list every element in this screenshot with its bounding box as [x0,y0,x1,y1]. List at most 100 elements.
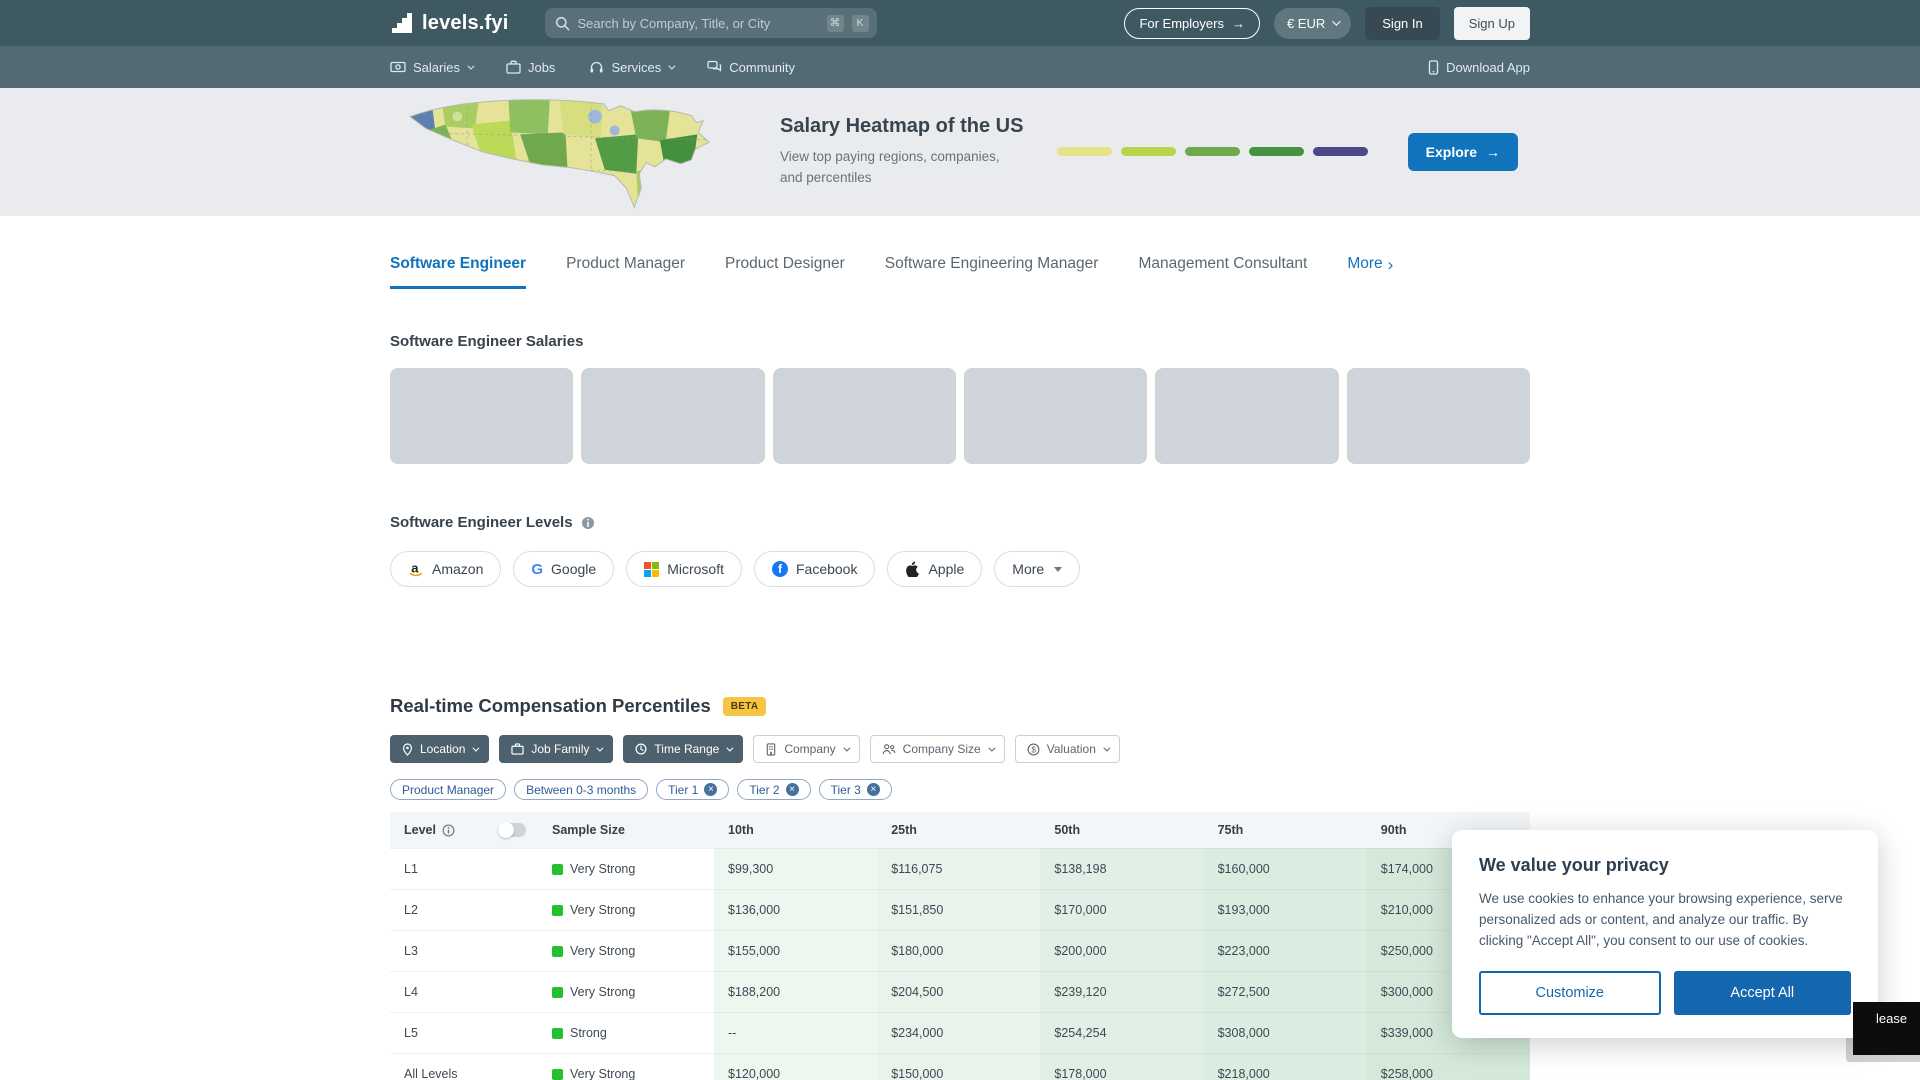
company-button-microsoft[interactable]: Microsoft [626,551,742,587]
sign-in-button[interactable]: Sign In [1365,7,1439,40]
job-title-tabs: Software Engineer Product Manager Produc… [0,255,1920,289]
value-cell: $178,000 [1040,1053,1203,1080]
strength-indicator [552,864,563,875]
company-button-amazon[interactable]: a Amazon [390,551,501,587]
value-cell: $204,500 [877,971,1040,1012]
for-employers-button[interactable]: For Employers → [1124,8,1260,39]
value-cell: $120,000 [714,1053,877,1080]
building-icon [765,743,777,756]
skeleton-card [773,368,956,464]
us-heatmap-image[interactable] [402,95,727,213]
accept-all-button[interactable]: Accept All [1674,971,1852,1015]
chip-tier-2[interactable]: Tier 2 × [737,779,810,800]
table-row[interactable]: L3 Very Strong $155,000 $180,000 $200,00… [390,930,1530,971]
search-input[interactable] [578,16,819,31]
nav-item-salaries[interactable]: Salaries [390,60,472,75]
skeleton-card [1155,368,1338,464]
nav-item-services[interactable]: Services [589,60,673,75]
filter-label: Job Family [531,742,589,756]
company-label: Google [551,561,596,577]
close-icon[interactable]: × [867,783,880,796]
info-icon[interactable] [581,516,595,530]
chip-tier-1[interactable]: Tier 1 × [656,779,729,800]
filter-job-family[interactable]: Job Family [499,735,613,763]
company-button-google[interactable]: G Google [513,551,614,587]
google-icon: G [531,561,543,578]
nav-item-jobs[interactable]: Jobs [506,60,555,75]
value-cell: $116,075 [877,848,1040,889]
level-toggle-switch[interactable] [498,823,526,837]
tab-product-designer[interactable]: Product Designer [725,255,845,286]
sample-size-cell: Very Strong [538,889,714,930]
close-icon[interactable]: × [786,783,799,796]
tab-management-consultant[interactable]: Management Consultant [1138,255,1307,286]
nav-item-community[interactable]: Community [707,60,795,75]
nav-label: Community [729,60,795,75]
strength-indicator [552,987,563,998]
clock-icon [635,743,647,755]
filter-company-size[interactable]: Company Size [870,735,1005,763]
info-icon[interactable] [442,824,455,837]
value-cell: $308,000 [1204,1012,1367,1053]
chevron-right-icon: › [1388,256,1394,273]
chip-label: Between 0-3 months [526,783,636,797]
levels-fyi-logo[interactable]: levels.fyi [390,12,509,35]
salary-cards-loading [390,368,1530,464]
active-filter-chips: Product Manager Between 0-3 months Tier … [390,779,1530,800]
table-row[interactable]: All Levels Very Strong $120,000 $150,000… [390,1053,1530,1080]
people-icon [882,743,896,755]
apple-icon [905,561,920,577]
chevron-down-icon [1103,744,1110,751]
currency-selector[interactable]: € EUR [1274,8,1351,39]
top-header: levels.fyi ⌘ K For Employers → € EUR [0,0,1920,46]
arrow-right-icon: → [1486,144,1500,160]
close-icon[interactable]: × [704,783,717,796]
table-row[interactable]: L5 Strong -- $234,000 $254,254 $308,000 … [390,1012,1530,1053]
value-cell: $218,000 [1204,1053,1367,1080]
sign-up-button[interactable]: Sign Up [1454,7,1530,40]
dollar-circle-icon: $ [1027,743,1040,756]
customize-button[interactable]: Customize [1479,971,1661,1015]
more-label: More [1347,255,1382,273]
value-cell: $272,500 [1204,971,1367,1012]
table-row[interactable]: L4 Very Strong $188,200 $204,500 $239,12… [390,971,1530,1012]
chevron-down-icon [843,744,850,751]
skeleton-card [964,368,1147,464]
hero-subtitle: View top paying regions, companies, and … [780,147,1010,189]
filter-label: Company [784,742,835,756]
table-row[interactable]: L2 Very Strong $136,000 $151,850 $170,00… [390,889,1530,930]
company-button-apple[interactable]: Apple [887,551,982,587]
filter-label: Location [420,742,465,756]
company-button-more[interactable]: More [994,551,1080,587]
chip-tier-3[interactable]: Tier 3 × [819,779,892,800]
value-cell: $193,000 [1204,889,1367,930]
tab-product-manager[interactable]: Product Manager [566,255,685,286]
table-row[interactable]: L1 Very Strong $99,300 $116,075 $138,198… [390,848,1530,889]
company-button-facebook[interactable]: f Facebook [754,551,875,587]
value-cell: $234,000 [877,1012,1040,1053]
chevron-down-icon [669,62,676,69]
tab-software-engineering-manager[interactable]: Software Engineering Manager [885,255,1099,286]
legend-swatch [1185,147,1240,156]
filter-company[interactable]: Company [753,735,859,763]
value-cell: $99,300 [714,848,877,889]
tab-software-engineer[interactable]: Software Engineer [390,255,526,289]
chip-product-manager[interactable]: Product Manager [390,779,506,800]
tab-more[interactable]: More › [1347,255,1393,273]
microsoft-icon [644,562,659,577]
search-bar[interactable]: ⌘ K [545,8,877,38]
beta-badge: BETA [723,697,767,716]
filter-location[interactable]: Location [390,735,489,763]
column-header-25th: 25th [877,812,1040,848]
explore-button[interactable]: Explore → [1408,133,1518,171]
salaries-section-title: Software Engineer Salaries [390,333,1530,350]
k-keycap: K [852,15,869,32]
cookie-consent-dialog: We value your privacy We use cookies to … [1452,830,1878,1038]
value-cell: $223,000 [1204,930,1367,971]
download-app-link[interactable]: Download App [1428,60,1530,75]
sample-size-cell: Strong [538,1012,714,1053]
filter-valuation[interactable]: $ Valuation [1015,735,1120,763]
chip-between-0-3-months[interactable]: Between 0-3 months [514,779,648,800]
filter-time-range[interactable]: Time Range [623,735,743,763]
cookie-dialog-body: We use cookies to enhance your browsing … [1479,889,1851,952]
